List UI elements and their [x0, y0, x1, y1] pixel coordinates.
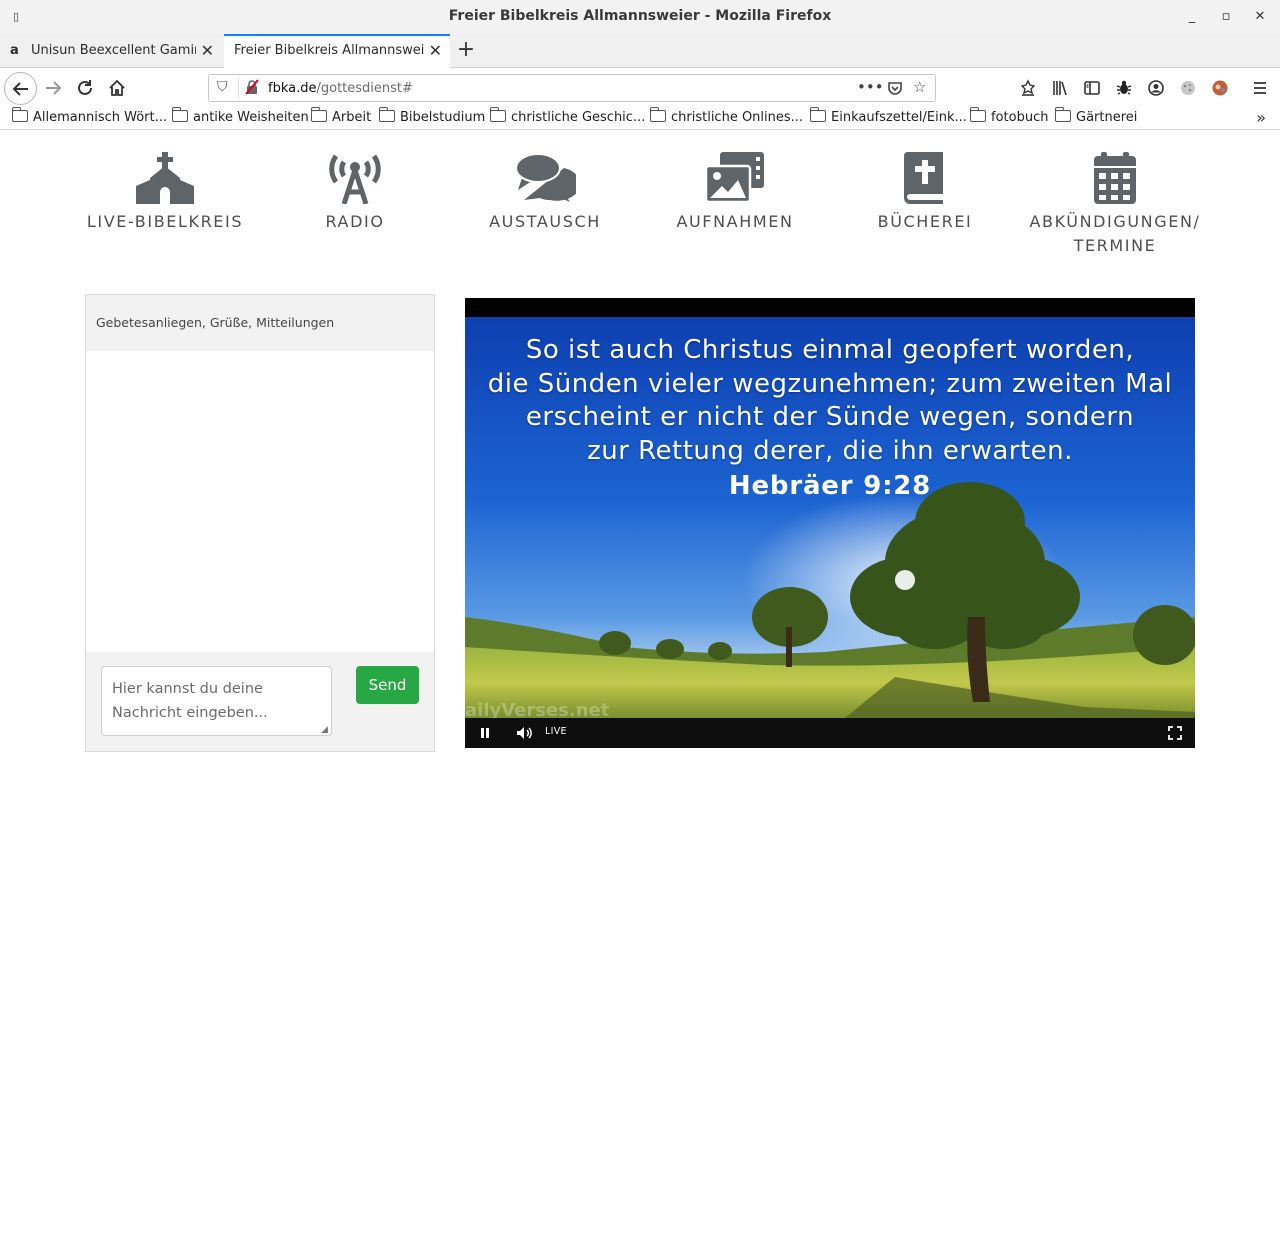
nav-label: AUSTAUSCH: [489, 212, 601, 231]
nav-label: AUFNAHMEN: [676, 212, 794, 231]
calendar-icon: [1094, 152, 1136, 204]
resize-grip-icon[interactable]: ◢: [321, 725, 328, 735]
bookmark-folder[interactable]: fotobuch: [969, 107, 1048, 125]
folder-icon: [11, 107, 28, 122]
tab-label: Unisun Beexcellent Gaming: [31, 43, 196, 58]
arrow-left-icon: [12, 82, 28, 96]
tracking-shield-icon[interactable]: ⛉: [217, 79, 228, 95]
window-titlebar: ▯ Freier Bibelkreis Allmannsweier - Mozi…: [0, 0, 1280, 34]
nav-live-bibelkreis[interactable]: LIVE-BIBELKREIS: [70, 152, 260, 234]
cookie-extension-icon[interactable]: [1176, 76, 1200, 100]
message-input[interactable]: [101, 666, 332, 736]
nav-austausch[interactable]: AUSTAUSCH: [450, 152, 640, 234]
account-icon[interactable]: [1144, 76, 1168, 100]
bookmark-folder[interactable]: Einkaufszettel/Eink...: [809, 107, 967, 125]
nav-label: LIVE-BIBELKREIS: [86, 212, 244, 231]
bookmark-folder[interactable]: Allemannisch Wört...: [11, 107, 167, 125]
pocket-icon[interactable]: [887, 78, 903, 100]
nav-buecherei[interactable]: BÜCHEREI: [830, 152, 1020, 234]
volume-button[interactable]: [516, 723, 534, 743]
video-player[interactable]: So ist auch Christus einmal geopfert wor…: [465, 298, 1195, 748]
nav-label: ABKÜNDIGUNGEN/TERMINE: [1029, 212, 1201, 255]
nav-abkuendigungen-termine[interactable]: ABKÜNDIGUNGEN/TERMINE: [1020, 152, 1210, 258]
address-bar[interactable]: ⛉ fbka.de/gottesdienst# ••• ☆: [208, 74, 936, 102]
maximize-button[interactable]: ▫: [1217, 8, 1235, 26]
nav-label: RADIO: [325, 212, 385, 231]
nav-label: BÜCHEREI: [877, 212, 973, 231]
folder-icon: [489, 107, 506, 122]
home-button[interactable]: [102, 73, 132, 103]
amazon-favicon-icon: a: [10, 43, 19, 58]
tab-bibelkreis[interactable]: Freier Bibelkreis Allmannsweier ✕: [224, 34, 450, 68]
bookmarks-toolbar: Allemannisch Wört... antike Weisheiten A…: [0, 107, 1280, 130]
hamburger-menu-icon[interactable]: [1248, 76, 1272, 100]
folder-icon: [310, 107, 327, 122]
chat-panel: Gebetesanliegen, Grüße, Mitteilungen ◢ S…: [85, 294, 435, 752]
nav-radio[interactable]: RADIO: [260, 152, 450, 234]
bookmark-star-icon[interactable]: ☆: [913, 78, 926, 96]
comments-icon: [515, 153, 576, 202]
url-path: /gottesdienst#: [316, 81, 413, 96]
library-icon[interactable]: [1048, 76, 1072, 100]
bookmark-folder[interactable]: antike Weisheiten: [171, 107, 309, 125]
live-indicator: LIVE: [545, 726, 567, 737]
close-window-button[interactable]: ✕: [1251, 8, 1269, 26]
volume-icon: [517, 727, 532, 739]
bookmark-folder[interactable]: christliche Geschic...: [489, 107, 645, 125]
home-icon: [109, 79, 125, 96]
reload-button[interactable]: [70, 73, 100, 103]
back-button[interactable]: [4, 72, 37, 105]
arrow-right-icon: [46, 81, 62, 95]
chat-header: Gebetesanliegen, Grüße, Mitteilungen: [96, 315, 335, 330]
tab-strip: a Unisun Beexcellent Gaming ✕ Freier Bib…: [0, 34, 1280, 68]
more-bookmarks-icon[interactable]: »: [1256, 108, 1266, 127]
insecure-connection-icon[interactable]: [245, 79, 259, 99]
fullscreen-icon: [1168, 726, 1182, 740]
folder-icon: [969, 107, 986, 122]
photo-video-icon: [704, 152, 764, 204]
tab-close-icon[interactable]: ✕: [429, 36, 442, 66]
bug-icon[interactable]: [1112, 76, 1136, 100]
url-divider: [238, 77, 239, 99]
verse-text: So ist auch Christus einmal geopfert wor…: [487, 335, 1173, 466]
send-button[interactable]: Send: [356, 666, 419, 704]
fullscreen-button[interactable]: [1168, 723, 1182, 743]
bookmark-folder[interactable]: Bibelstudium: [378, 107, 485, 125]
forward-button[interactable]: [38, 73, 68, 103]
bible-icon: [903, 152, 943, 204]
church-icon: [136, 152, 194, 204]
folder-icon: [1054, 107, 1071, 122]
sidebar-icon[interactable]: [1080, 76, 1104, 100]
bookmark-folder[interactable]: christliche Onlines...: [649, 107, 803, 125]
pause-icon: [481, 728, 489, 738]
extension-icon[interactable]: [1016, 76, 1040, 100]
nav-aufnahmen[interactable]: AUFNAHMEN: [640, 152, 830, 234]
url-text[interactable]: fbka.de/gottesdienst#: [268, 81, 413, 96]
url-host: fbka.de: [268, 81, 317, 96]
page-actions-icon[interactable]: •••: [857, 78, 884, 96]
window-title: Freier Bibelkreis Allmannsweier - Mozill…: [448, 8, 832, 24]
tab-close-icon[interactable]: ✕: [201, 34, 214, 68]
pause-button[interactable]: [479, 723, 491, 743]
minimize-button[interactable]: _: [1183, 8, 1201, 26]
new-tab-button[interactable]: +: [454, 34, 478, 68]
navigation-toolbar: ⛉ fbka.de/gottesdienst# ••• ☆: [0, 68, 1280, 108]
profile-extension-icon[interactable]: [1208, 76, 1232, 100]
folder-icon: [378, 107, 395, 122]
folder-icon: [809, 107, 826, 122]
bookmark-folder[interactable]: Gärtnerei: [1054, 107, 1137, 125]
folder-icon: [171, 107, 188, 122]
verse-reference: Hebräer 9:28: [728, 471, 932, 501]
video-controls: LIVE: [465, 718, 1195, 748]
reload-icon: [78, 80, 92, 95]
folder-icon: [649, 107, 666, 122]
tab-label: Freier Bibelkreis Allmannsweier: [234, 43, 424, 58]
tab-unisun[interactable]: a Unisun Beexcellent Gaming ✕: [0, 34, 222, 68]
broadcast-tower-icon: [329, 154, 381, 204]
bookmark-folder[interactable]: Arbeit: [310, 107, 371, 125]
chat-messages[interactable]: [86, 351, 434, 652]
